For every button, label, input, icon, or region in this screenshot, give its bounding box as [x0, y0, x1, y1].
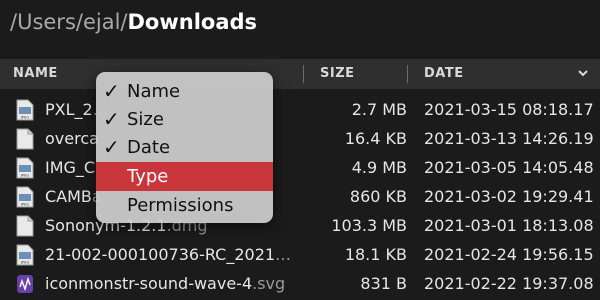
menu-item-label: Size	[127, 109, 164, 130]
file-list: JPEG PXL_2… 2.7 MB 2021-03-15 08:18.17 o…	[0, 95, 600, 298]
chevron-down-icon[interactable]	[576, 66, 590, 80]
jpeg-file-icon: JPEG	[16, 186, 34, 208]
jpeg-file-icon: JPEG	[16, 244, 34, 266]
file-size: 18.1 KB	[344, 245, 407, 264]
column-divider[interactable]	[303, 65, 304, 83]
column-header-name[interactable]: NAME	[13, 59, 58, 89]
file-row[interactable]: Sononym-1.2.1.dmg 103.3 MB 2021-03-01 18…	[0, 211, 600, 240]
file-row[interactable]: JPEG IMG_C 4.9 MB 2021-03-05 14:05.48	[0, 153, 600, 182]
file-size: 860 KB	[349, 187, 407, 206]
file-name: IMG_C	[45, 158, 96, 177]
menu-item-label: Permissions	[127, 195, 234, 216]
file-date: 2021-03-15 08:18.17	[424, 100, 594, 119]
file-row[interactable]: iconmonstr-sound-wave-4.svg 831 B 2021-0…	[0, 269, 600, 298]
menu-item-type[interactable]: Type	[96, 162, 273, 191]
file-row[interactable]: JPEG CAMBa 860 KB 2021-03-02 19:29.41	[0, 182, 600, 211]
file-name: 21-002-000100736-RC_2021…	[45, 245, 292, 264]
menu-item-date[interactable]: ✓ Date	[96, 133, 273, 162]
file-size: 4.9 MB	[351, 158, 407, 177]
jpeg-file-icon: JPEG	[16, 157, 34, 179]
column-header-size[interactable]: SIZE	[320, 59, 355, 89]
file-size: 16.4 KB	[344, 129, 407, 148]
file-name: overca	[45, 129, 99, 148]
menu-item-label: Type	[127, 166, 169, 187]
column-divider[interactable]	[407, 65, 408, 83]
file-date: 2021-03-02 19:29.41	[424, 187, 594, 206]
menu-item-name[interactable]: ✓ Name	[96, 77, 273, 106]
generic-file-icon	[16, 215, 34, 237]
checkmark-icon: ✓	[103, 107, 120, 131]
file-row[interactable]: JPEG 21-002-000100736-RC_2021… 18.1 KB 2…	[0, 240, 600, 269]
svg-text:JPEG: JPEG	[20, 203, 29, 207]
generic-file-icon	[16, 128, 34, 150]
file-date: 2021-02-24 19:56.15	[424, 245, 594, 264]
jpeg-file-icon: JPEG	[16, 99, 34, 121]
file-date: 2021-02-22 19:37.08	[424, 274, 594, 293]
file-date: 2021-03-13 14:26.19	[424, 129, 594, 148]
menu-item-label: Date	[127, 137, 171, 158]
path-breadcrumb: /Users/ejal/ Downloads	[10, 10, 257, 46]
menu-item-label: Name	[127, 81, 181, 102]
file-size: 2.7 MB	[351, 100, 407, 119]
svg-text:JPEG: JPEG	[20, 261, 29, 265]
svg-app-file-icon	[17, 275, 33, 293]
menu-item-size[interactable]: ✓ Size	[96, 105, 273, 134]
column-header-date[interactable]: DATE	[424, 59, 464, 89]
file-date: 2021-03-01 18:13.08	[424, 216, 594, 235]
svg-text:JPEG: JPEG	[20, 116, 29, 120]
file-date: 2021-03-05 14:05.48	[424, 158, 594, 177]
file-name: iconmonstr-sound-wave-4.svg	[45, 274, 286, 293]
file-size: 103.3 MB	[331, 216, 407, 235]
svg-text:JPEG: JPEG	[20, 174, 29, 178]
file-name: CAMBa	[45, 187, 102, 206]
column-header-bar[interactable]: NAME SIZE DATE	[0, 59, 600, 89]
current-folder-title: Downloads	[127, 10, 258, 34]
column-visibility-menu: ✓ Name ✓ Size ✓ Date Type Permissions	[96, 72, 273, 223]
checkmark-icon: ✓	[103, 79, 120, 103]
file-row[interactable]: overca 16.4 KB 2021-03-13 14:26.19	[0, 124, 600, 153]
path-prefix[interactable]: /Users/ejal/	[10, 10, 128, 34]
checkmark-icon: ✓	[103, 135, 120, 159]
menu-item-permissions[interactable]: Permissions	[96, 191, 273, 220]
file-row[interactable]: JPEG PXL_2… 2.7 MB 2021-03-15 08:18.17	[0, 95, 600, 124]
file-size: 831 B	[360, 274, 407, 293]
